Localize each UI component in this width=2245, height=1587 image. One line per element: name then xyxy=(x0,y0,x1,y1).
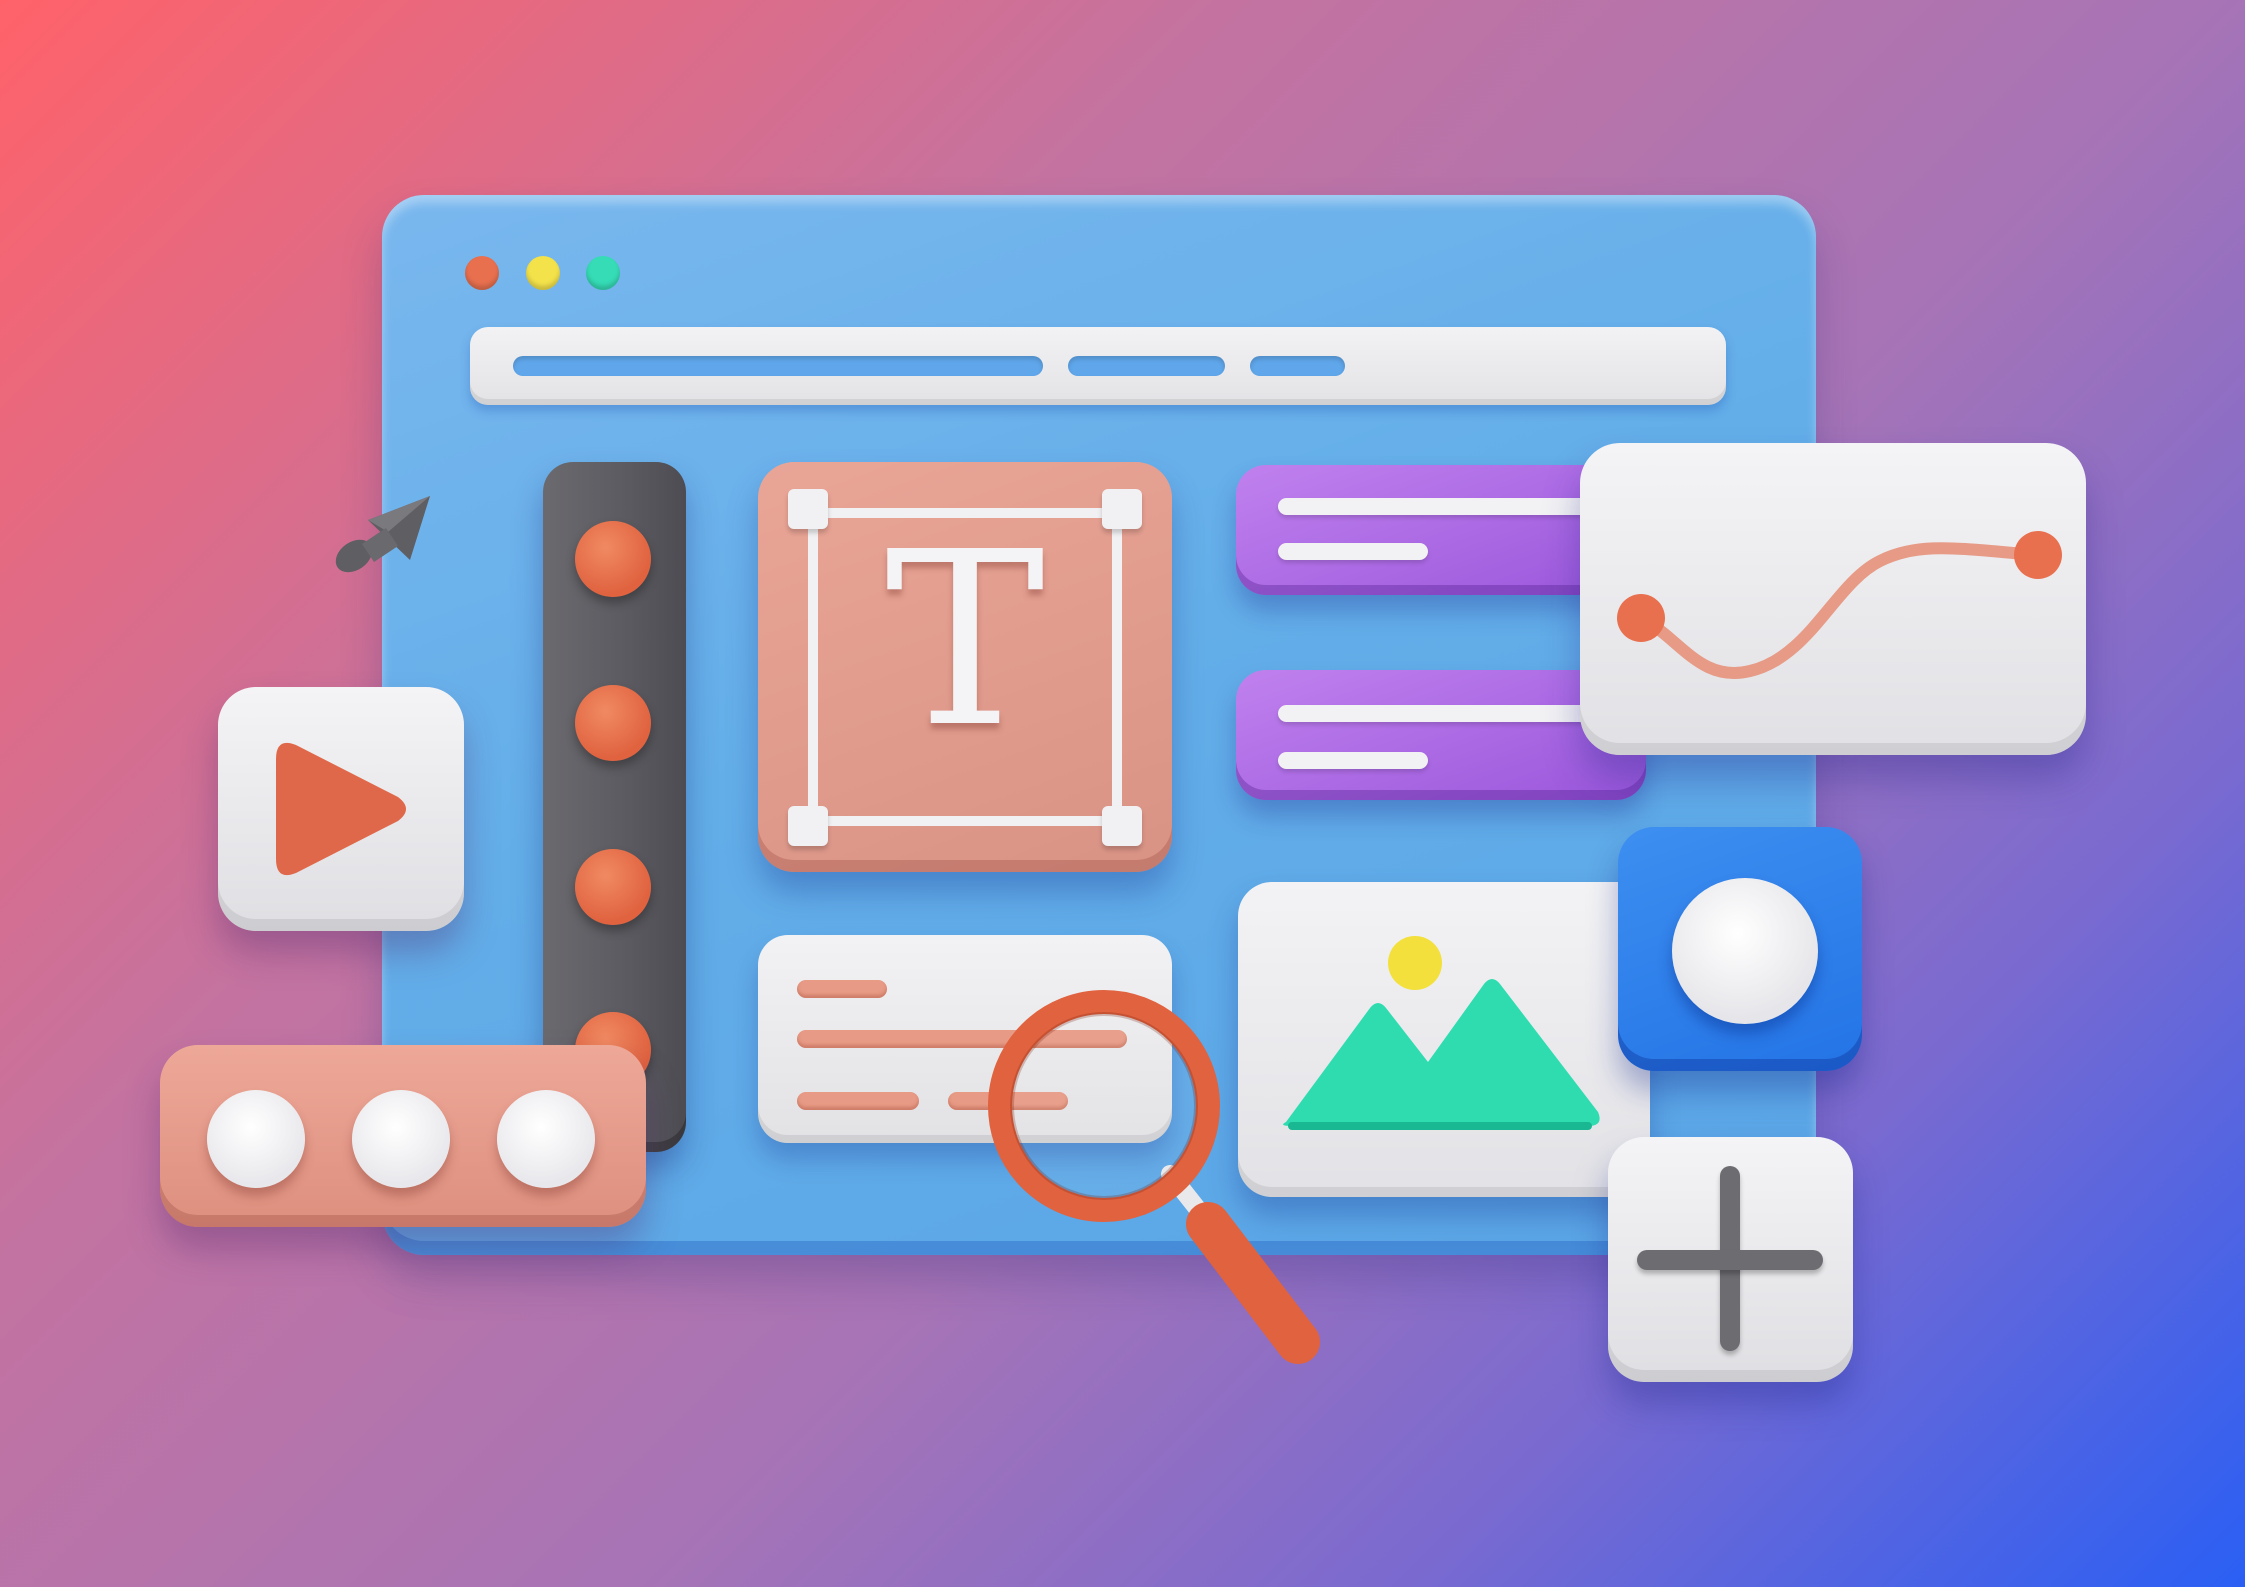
address-bar-line xyxy=(1068,356,1225,376)
graph-node xyxy=(1617,594,1665,642)
play-icon xyxy=(276,742,406,876)
radio-button-knob[interactable] xyxy=(1672,878,1818,1024)
text-line xyxy=(797,980,887,998)
resize-handle[interactable] xyxy=(1102,806,1142,846)
slider-knob[interactable] xyxy=(575,685,651,761)
graph-node xyxy=(2014,531,2062,579)
sun-icon xyxy=(1388,936,1442,990)
text-line xyxy=(1278,752,1428,769)
text-line xyxy=(797,1092,919,1110)
magnifier-icon[interactable] xyxy=(980,980,1330,1400)
address-bar-line xyxy=(513,356,1043,376)
option-dot xyxy=(497,1090,595,1188)
address-bar-line xyxy=(1250,356,1345,376)
option-dot xyxy=(352,1090,450,1188)
text-line xyxy=(1278,543,1428,560)
text-glyph: T xyxy=(884,500,1046,780)
plus-icon xyxy=(1637,1250,1823,1270)
option-dot xyxy=(207,1090,305,1188)
window-minimize-dot[interactable] xyxy=(526,256,560,290)
resize-handle[interactable] xyxy=(788,806,828,846)
slider-knob[interactable] xyxy=(575,849,651,925)
cursor-icon xyxy=(335,496,430,573)
window-close-dot[interactable] xyxy=(465,256,499,290)
window-maximize-dot[interactable] xyxy=(586,256,620,290)
text-line xyxy=(1278,705,1608,722)
slider-knob[interactable] xyxy=(575,521,651,597)
text-line xyxy=(1278,498,1608,515)
curve-graph-icon xyxy=(1617,531,2062,679)
